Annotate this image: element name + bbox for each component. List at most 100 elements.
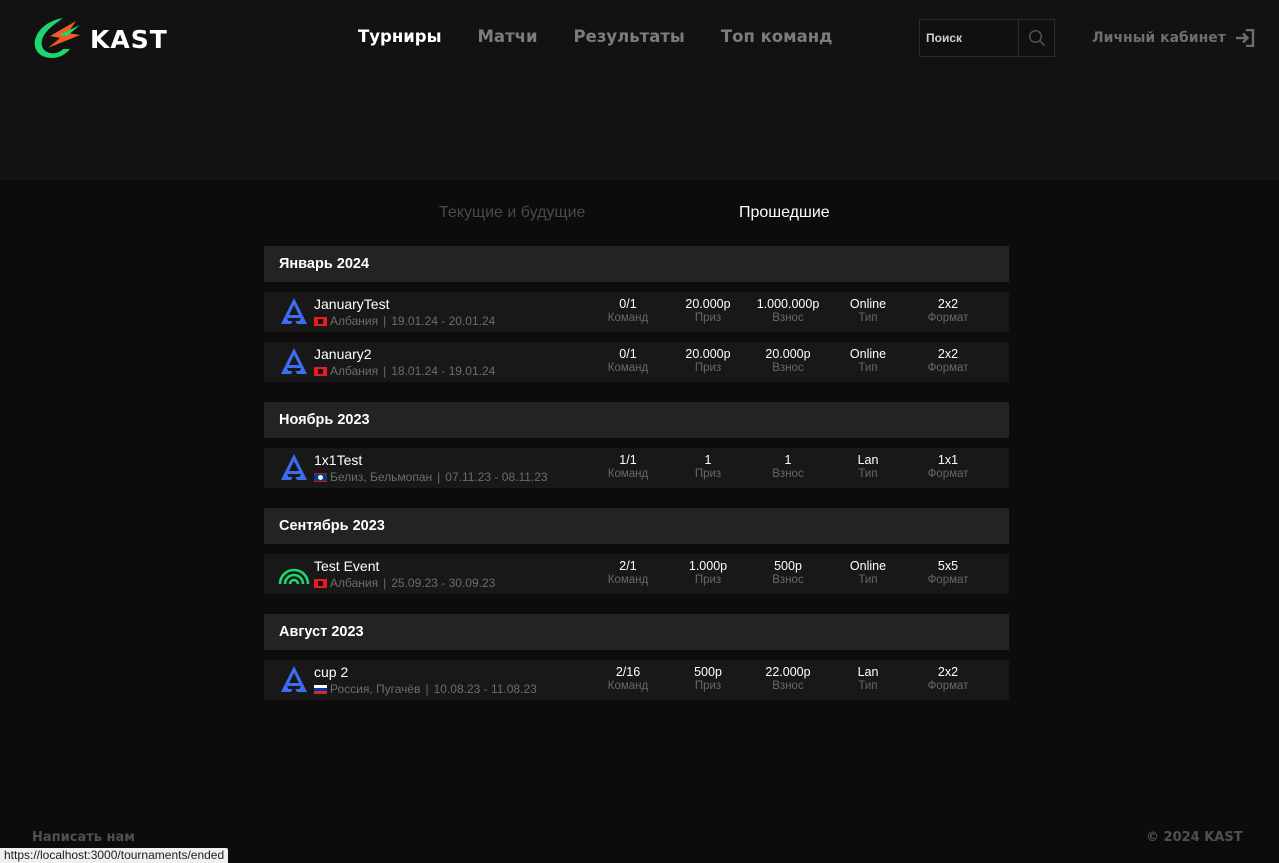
site-logo[interactable]: KAST [30,16,168,60]
site-header: KAST Турниры Матчи Результаты Топ команд… [0,0,1279,80]
tournament-row[interactable]: JanuaryTest Албания | 19.01.24 - 20.01.24 0/… [264,292,1009,332]
tournament-name: January2 [314,346,372,362]
stat-fee: 1.000.000р Взнос [743,297,833,326]
tournament-dates: 07.11.23 - 08.11.23 [445,470,548,484]
search-icon [1028,29,1045,46]
albania-flag-icon [314,316,327,326]
tournament-meta: Албания | 19.01.24 - 20.01.24 [314,314,495,328]
month-header: Сентябрь 2023 [264,508,1009,544]
write-us-link[interactable]: Написать нам [32,830,135,845]
stat-prize-label: Приз [694,574,722,586]
stat-type-value: Online [849,347,887,361]
nav-tournaments[interactable]: Турниры [358,27,442,46]
arcs-logo-icon [278,558,310,590]
belize-flag-icon [314,472,327,482]
stat-prize-label: Приз [694,362,722,374]
stat-type-label: Тип [858,680,878,692]
stat-teams-label: Команд [607,468,649,480]
stat-type: Lan Тип [823,453,913,482]
stat-teams-value: 2/16 [615,665,641,679]
stat-teams-label: Команд [607,312,649,324]
stat-prize-label: Приз [694,312,722,324]
tournament-name: cup 2 [314,664,349,680]
search-input[interactable] [920,20,1018,56]
russia-flag-icon [314,684,327,694]
albania-flag-icon [314,578,327,588]
stat-teams: 0/1 Команд [583,297,673,326]
search-button[interactable] [1018,20,1054,56]
stat-type: Lan Тип [823,665,913,694]
blast-logo-icon [278,664,310,696]
stat-teams-value: 1/1 [619,453,637,467]
stat-prize: 20.000р Приз [663,297,753,326]
stat-prize: 500р Приз [663,665,753,694]
stat-type-label: Тип [858,468,878,480]
tournament-row[interactable]: January2 Албания | 18.01.24 - 19.01.24 0/1 Ко… [264,342,1009,382]
stat-type: Online Тип [823,559,913,588]
stat-format-value: 2x2 [937,665,959,679]
nav-top-teams[interactable]: Топ команд [721,27,833,46]
stat-prize-value: 20.000р [685,347,731,361]
separator: | [383,364,387,378]
stat-fee-value: 500р [774,559,802,573]
stat-teams-label: Команд [607,680,649,692]
stat-prize-value: 1 [704,453,712,467]
stat-prize: 1 Приз [663,453,753,482]
tournament-location: Албания [330,314,379,328]
stat-fee-label: Взнос [772,468,804,480]
account-link[interactable]: Личный кабинет [1092,29,1255,47]
tab-past[interactable]: Прошедшие [739,204,830,222]
tournament-row[interactable]: 1x1Test Белиз, Бельмопан | 07.11.23 - 08.11… [264,448,1009,488]
stat-teams: 1/1 Команд [583,453,673,482]
nav-results[interactable]: Результаты [574,27,685,46]
search-box [919,19,1055,57]
stat-format-label: Формат [927,680,969,692]
tournament-meta: Албания | 18.01.24 - 19.01.24 [314,364,495,378]
stat-type-value: Lan [857,665,879,679]
month-header: Январь 2024 [264,246,1009,282]
tournament-location: Албания [330,364,379,378]
status-bar-url: https://localhost:3000/tournaments/ended [0,848,229,863]
stat-fee-label: Взнос [772,312,804,324]
stat-teams: 2/1 Команд [583,559,673,588]
blast-logo-icon [278,346,310,378]
stat-fee: 1 Взнос [743,453,833,482]
tournament-meta: Албания | 25.09.23 - 30.09.23 [314,576,495,590]
stat-format-label: Формат [927,468,969,480]
stat-format-label: Формат [927,362,969,374]
stat-format-value: 1x1 [937,453,959,467]
stat-teams-value: 0/1 [619,347,637,361]
stat-type: Online Тип [823,297,913,326]
tournament-name: JanuaryTest [314,296,390,312]
stat-type-label: Тип [858,574,878,586]
tournament-meta: Белиз, Бельмопан | 07.11.23 - 08.11.23 [314,470,548,484]
account-label: Личный кабинет [1092,30,1226,46]
login-icon [1235,29,1255,47]
stat-prize: 1.000р Приз [663,559,753,588]
separator: | [383,314,387,328]
stat-fee-value: 1.000.000р [756,297,820,311]
stat-teams-value: 2/1 [619,559,637,573]
stat-fee: 20.000р Взнос [743,347,833,376]
kast-logo-icon [34,18,80,58]
separator: | [437,470,441,484]
tournament-name: Test Event [314,558,380,574]
month-header: Ноябрь 2023 [264,402,1009,438]
stat-type-value: Online [849,297,887,311]
tournament-row[interactable]: Test Event Албания | 25.09.23 - 30.09.23 2/1… [264,554,1009,594]
stat-fee-label: Взнос [772,362,804,374]
nav-matches[interactable]: Матчи [478,27,538,46]
tab-current-upcoming[interactable]: Текущие и будущие [439,204,585,222]
stat-format-value: 2x2 [937,297,959,311]
tournament-row[interactable]: cup 2 Россия, Пугачёв | 10.08.23 - 11.08.23… [264,660,1009,700]
banner-area [0,80,1279,180]
stat-teams: 0/1 Команд [583,347,673,376]
stat-prize-value: 1.000р [688,559,728,573]
tournament-dates: 19.01.24 - 20.01.24 [391,314,496,328]
tournament-dates: 25.09.23 - 30.09.23 [391,576,496,590]
blast-logo-icon [278,296,310,328]
stat-fee-value: 1 [784,453,792,467]
stat-format: 5x5 Формат [903,559,993,588]
stat-prize-value: 20.000р [685,297,731,311]
stat-format: 2x2 Формат [903,665,993,694]
